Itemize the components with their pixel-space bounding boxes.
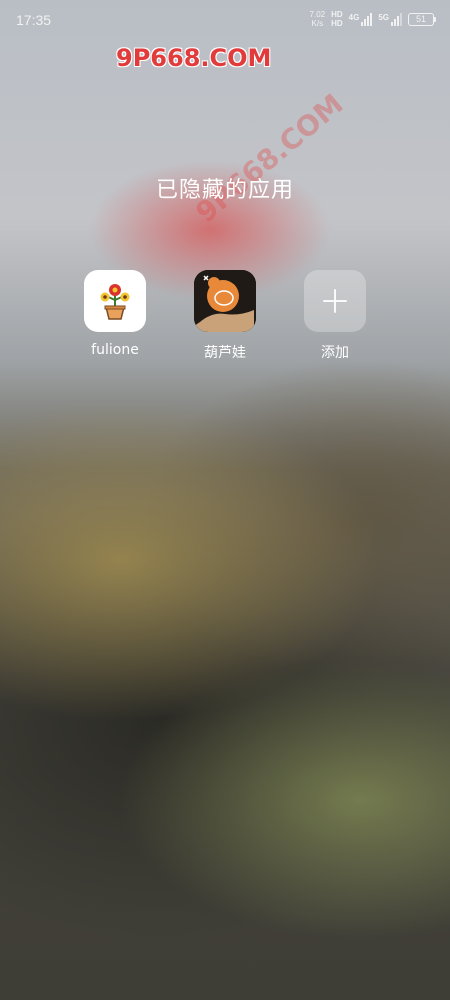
network-speed-unit: K/s (311, 19, 324, 28)
app-label-add: 添加 (321, 345, 349, 361)
calabash-icon[interactable] (194, 270, 256, 332)
signal-icon-sim2: 5G (378, 12, 402, 26)
app-huluwa[interactable]: 葫芦娃 (170, 270, 280, 362)
plus-vertical (334, 289, 336, 313)
watermark-diagonal: 9P668.COM (189, 87, 350, 230)
watermark-top: 9P668.COM (116, 44, 272, 72)
network-speed-value: 7.02 (309, 10, 326, 19)
signal-bar (394, 18, 396, 26)
hd-voice-icon: HD HD (331, 10, 343, 28)
network-type-sim2: 5G (378, 12, 389, 22)
hd-label-2: HD (331, 19, 343, 28)
signal-bar (370, 12, 373, 26)
app-add[interactable]: 添加 (280, 270, 390, 362)
app-label-huluwa: 葫芦娃 (204, 345, 246, 361)
signal-icon-sim1: 4G (348, 12, 373, 26)
network-type-sim1: 4G (348, 12, 360, 22)
signal-bar (361, 21, 364, 26)
signal-bar (391, 21, 393, 26)
hd-label-1: HD (331, 10, 343, 19)
plus-icon[interactable] (304, 270, 366, 332)
app-fulione[interactable]: fulione (60, 270, 170, 358)
page-title: 已隐藏的应用 (155, 178, 294, 203)
signal-bar (364, 18, 367, 26)
signal-bar (400, 12, 402, 26)
status-icons: 7.02 K/s HD HD 4G 5G 51 (310, 10, 436, 28)
hidden-apps-grid: fulione 葫芦娃 添加 (0, 270, 450, 370)
flower-pot-icon[interactable] (84, 270, 146, 332)
status-bar: 17:35 7.02 K/s HD HD 4G 5G 51 (0, 0, 450, 40)
signal-bar (397, 15, 399, 26)
signal-bar (367, 15, 370, 26)
battery-icon: 51 (408, 12, 436, 26)
network-speed: 7.02 K/s (310, 10, 326, 28)
status-time: 17:35 (16, 12, 52, 28)
app-label-fulione: fulione (91, 342, 139, 358)
battery-level: 51 (415, 13, 426, 24)
